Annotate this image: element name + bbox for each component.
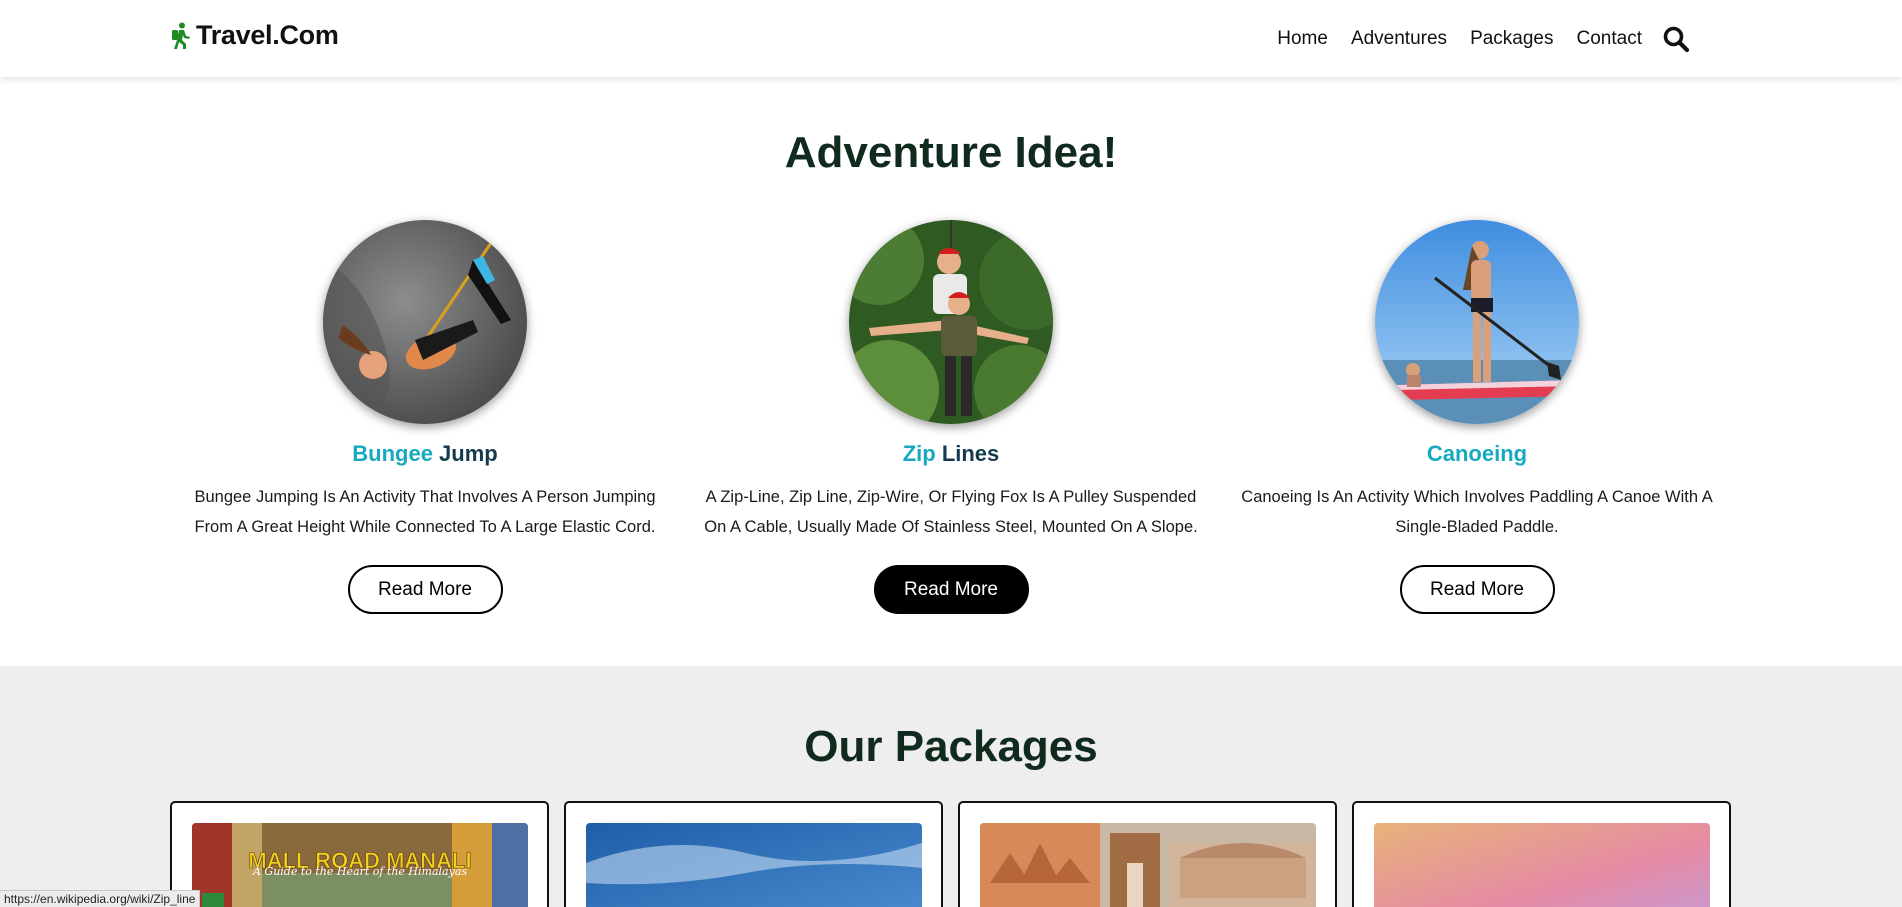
adventure-card-canoeing: Canoeing Canoeing Is An Activity Which I… xyxy=(1227,220,1727,614)
adventure-title: Bungee Jump xyxy=(352,441,498,466)
nav-home[interactable]: Home xyxy=(1277,28,1328,50)
logo-text: Travel.Com xyxy=(196,20,339,50)
read-more-button[interactable]: Read More xyxy=(1399,565,1555,614)
read-more-button[interactable]: Read More xyxy=(347,565,503,614)
hiker-icon xyxy=(172,22,190,49)
search-icon[interactable] xyxy=(1662,25,1690,53)
canoeing-image xyxy=(1375,220,1579,424)
adventure-title: Canoeing xyxy=(1426,441,1528,466)
read-more-button[interactable]: Read More xyxy=(873,565,1029,614)
zip-line-image xyxy=(849,220,1053,424)
adventure-title: Zip Lines xyxy=(902,441,1000,466)
package-card-4[interactable] xyxy=(1352,801,1731,907)
adventure-description: Bungee Jumping Is An Activity That Invol… xyxy=(194,488,656,536)
package-card-manali[interactable]: MALL ROAD MANALI A Guide to the Heart of… xyxy=(170,801,549,907)
nav-adventures[interactable]: Adventures xyxy=(1351,28,1447,50)
adventure-description: A Zip-Line, Zip Line, Zip-Wire, Or Flyin… xyxy=(704,488,1198,536)
browser-status-bar: https://en.wikipedia.org/wiki/Zip_line xyxy=(0,890,201,907)
nav-packages[interactable]: Packages xyxy=(1470,28,1553,50)
package-card-3[interactable] xyxy=(958,801,1337,907)
site-logo[interactable]: Travel.Com xyxy=(170,20,339,51)
packages-section: Our Packages MALL ROAD MANALI A Guide to… xyxy=(0,666,1902,907)
adventure-card-zip-lines: Zip Lines A Zip-Line, Zip Line, Zip-Wire… xyxy=(701,220,1201,614)
bungee-jump-image xyxy=(323,220,527,424)
packages-section-title: Our Packages xyxy=(804,722,1098,771)
site-header: Travel.Com Home Adventures Packages Cont… xyxy=(0,0,1902,77)
adventure-description: Canoeing Is An Activity Which Involves P… xyxy=(1241,488,1713,536)
package-image xyxy=(586,823,922,907)
package-image xyxy=(1374,823,1710,907)
package-image xyxy=(980,823,1316,907)
package-card-2[interactable] xyxy=(564,801,943,907)
nav-contact[interactable]: Contact xyxy=(1577,28,1642,50)
package-image: MALL ROAD MANALI A Guide to the Heart of… xyxy=(192,823,528,907)
adventure-card-bungee: Bungee Jump Bungee Jumping Is An Activit… xyxy=(175,220,675,614)
package-image-subheading: A Guide to the Heart of the Himalayas xyxy=(252,865,467,878)
adventure-section-title: Adventure Idea! xyxy=(784,128,1118,177)
main-nav: Home Adventures Packages Contact xyxy=(1254,25,1690,53)
